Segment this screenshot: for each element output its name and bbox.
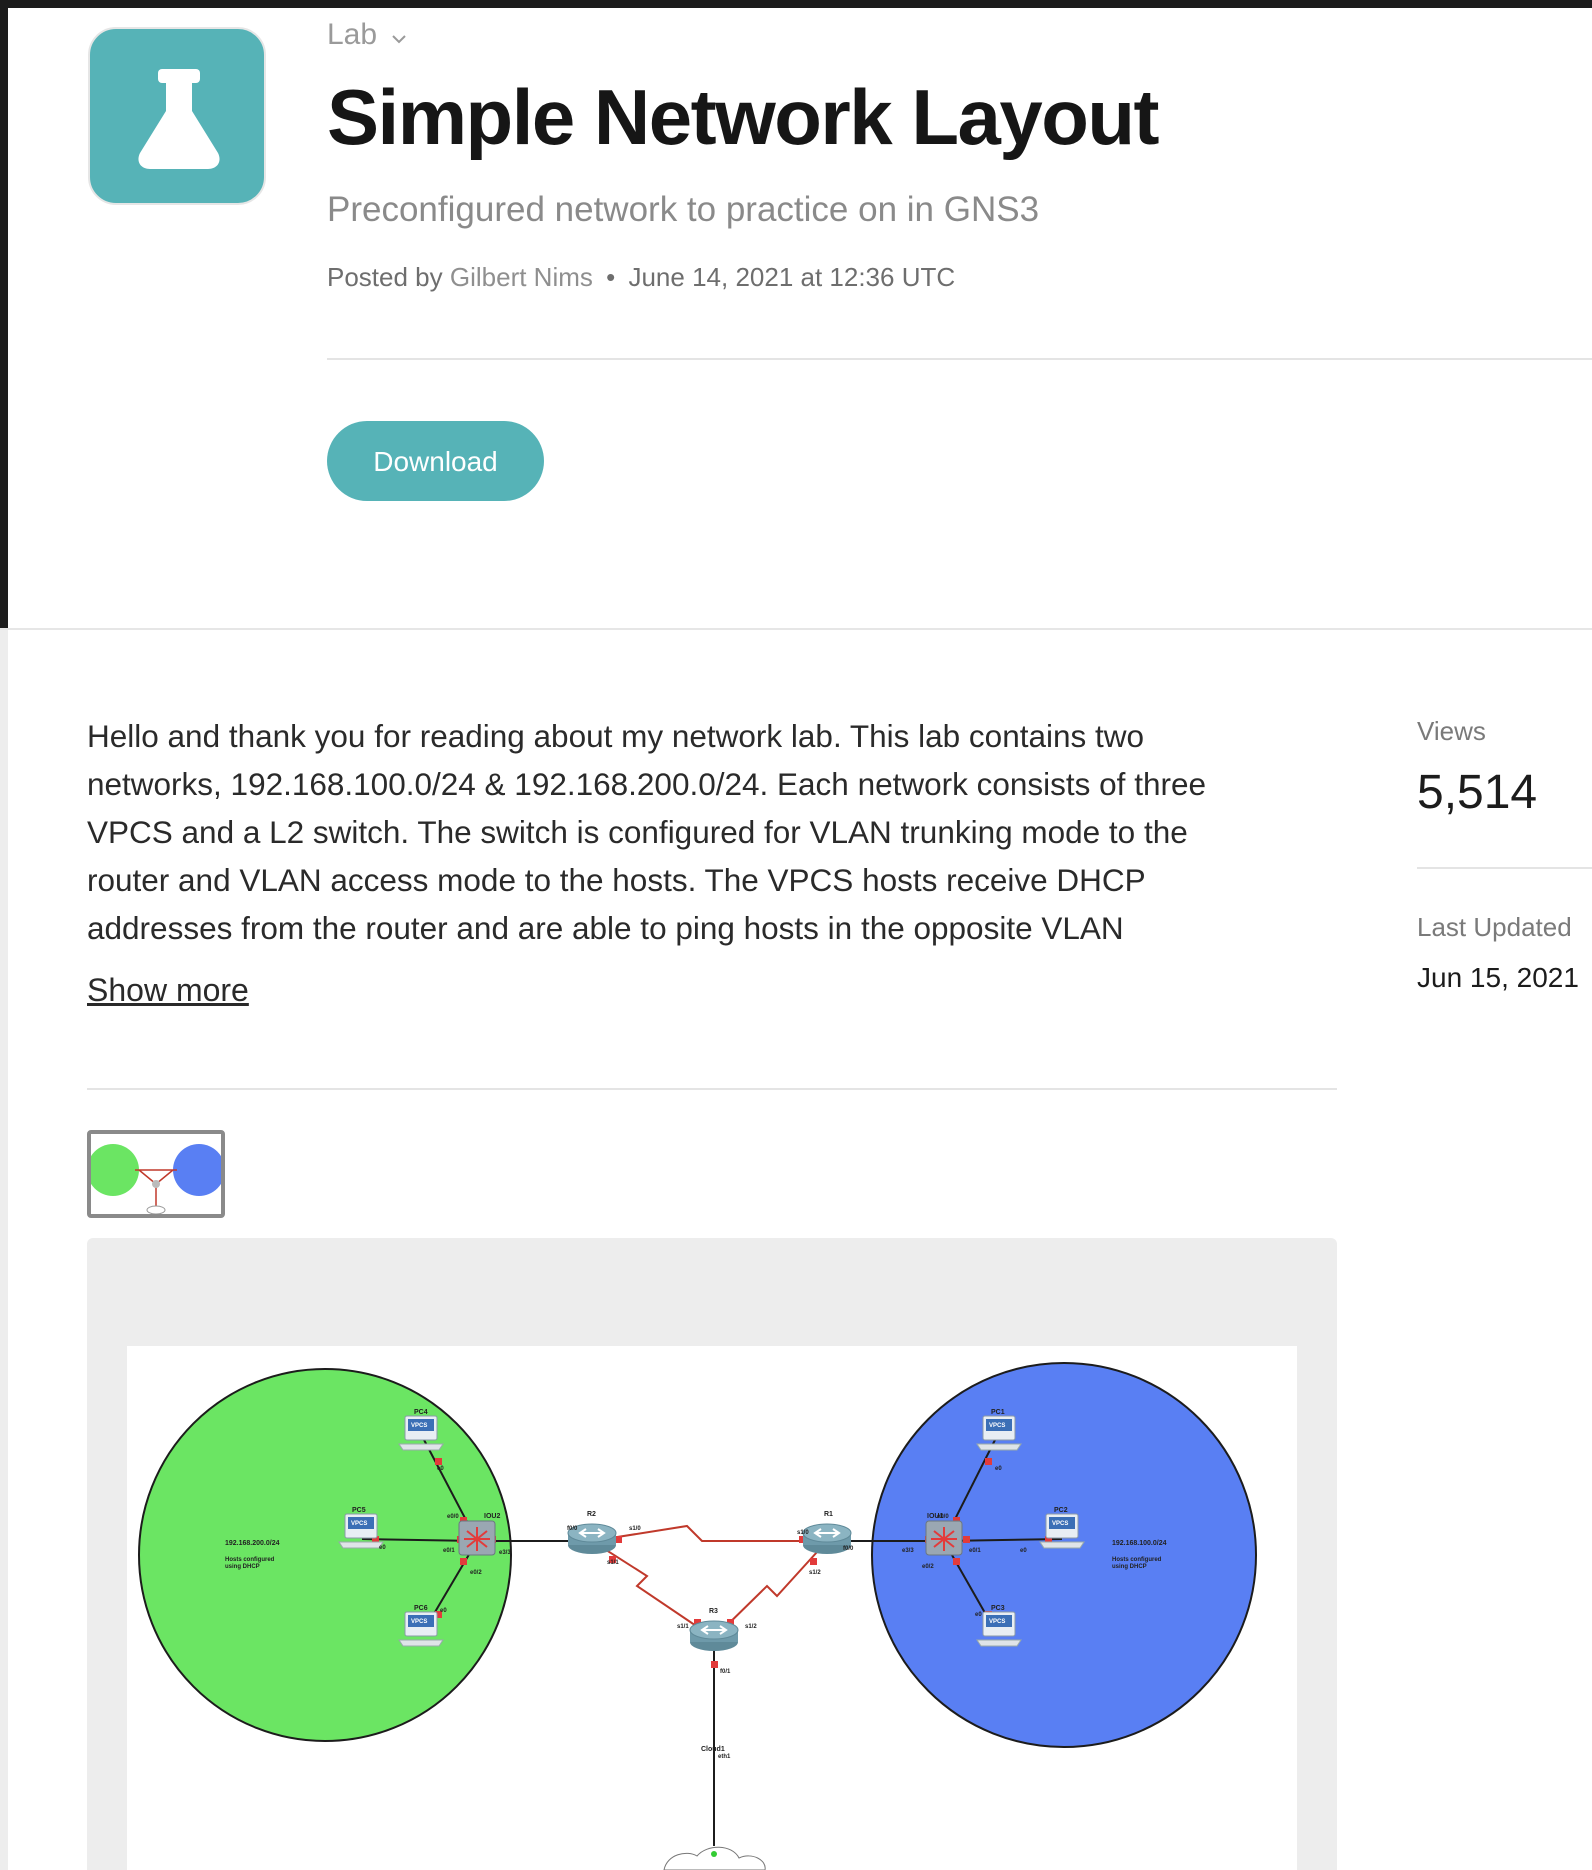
window-frame-left-lower [0,630,8,1870]
post-date: June 14, 2021 at 12:36 UTC [628,262,956,292]
svg-text:e0: e0 [440,1608,447,1614]
page-subtitle: Preconfigured network to practice on in … [327,190,1040,229]
svg-text:e0: e0 [995,1466,1002,1472]
svg-text:eth1: eth1 [718,1754,731,1760]
views-count: 5,514 [1417,766,1538,819]
window-frame-top [0,0,1592,8]
svg-text:e0: e0 [437,1466,444,1472]
pc5-label: PC5 [352,1507,366,1514]
svg-text:e0/2: e0/2 [470,1570,482,1576]
page-title: Simple Network Layout [327,73,1160,161]
lab-description: Hello and thank you for reading about my… [87,712,1347,952]
author-link[interactable]: Gilbert Nims [450,262,593,292]
r2-label: R2 [587,1511,596,1518]
pc4-label: PC4 [414,1409,428,1416]
svg-text:f0/0: f0/0 [843,1546,854,1552]
pc1-label: PC1 [991,1409,1005,1416]
left-note-line1: Hosts configured [225,1557,275,1563]
svg-text:e0: e0 [975,1612,982,1618]
cloud-label: Cloud1 [701,1746,725,1753]
vpcs-label: VPCS [351,1521,367,1527]
window-frame-left [0,0,8,630]
post-meta: Posted by Gilbert Nims • June 14, 2021 a… [327,262,955,293]
svg-text:e3/3: e3/3 [902,1548,914,1554]
svg-text:s1/1: s1/1 [677,1624,689,1630]
posted-by-label: Posted by [327,262,443,292]
svg-text:f0/0: f0/0 [567,1526,578,1532]
description-line: VPCS and a L2 switch. The switch is conf… [87,814,1188,850]
svg-text:s1/1: s1/1 [607,1560,619,1566]
description-line: router and VLAN access mode to the hosts… [87,862,1146,898]
pc2-label: PC2 [1054,1507,1068,1514]
views-label: Views [1417,716,1486,746]
lab-app-icon [88,27,266,205]
right-subnet-label: 192.168.100.0/24 [1112,1540,1167,1547]
thumbnail-image [91,1134,221,1214]
header-divider [327,358,1592,360]
pc3-label: PC3 [991,1605,1005,1612]
svg-text:e0/1: e0/1 [443,1548,455,1554]
svg-text:e3/3: e3/3 [499,1550,511,1556]
svg-text:e0/1: e0/1 [969,1548,981,1554]
diagram-viewer: PC4 PC5 PC6 PC1 PC2 PC3 IOU2 IOU1 R2 R1 … [87,1238,1337,1870]
svg-text:e0/2: e0/2 [922,1564,934,1570]
svg-text:e0/0: e0/0 [447,1514,459,1520]
content-type-dropdown[interactable]: Lab [327,18,407,53]
network-diagram: PC4 PC5 PC6 PC1 PC2 PC3 IOU2 IOU1 R2 R1 … [127,1346,1297,1870]
content-type-label: Lab [327,18,378,51]
download-button[interactable]: Download [327,421,544,501]
vpcs-label: VPCS [411,1423,427,1429]
iou2-label: IOU2 [484,1513,500,1520]
description-line: Hello and thank you for reading about my… [87,718,1145,754]
stats-divider [1417,867,1592,869]
description-line: networks, 192.168.100.0/24 & 192.168.200… [87,766,1206,802]
left-network-circle [138,1368,512,1742]
right-note-line1: Hosts configured [1112,1557,1162,1563]
svg-text:s1/2: s1/2 [809,1570,821,1576]
vpcs-label: VPCS [989,1423,1005,1429]
svg-text:e0: e0 [1020,1548,1027,1554]
svg-text:s1/0: s1/0 [797,1530,809,1536]
vpcs-label: VPCS [411,1619,427,1625]
last-updated-label: Last Updated [1417,912,1572,942]
svg-text:e0: e0 [379,1545,386,1551]
vpcs-label: VPCS [989,1619,1005,1625]
vpcs-label: VPCS [1052,1521,1068,1527]
right-note-line2: using DHCP [1112,1564,1147,1570]
pc6-label: PC6 [414,1605,428,1612]
section-divider [0,628,1592,630]
separator-dot: • [606,262,616,292]
left-note-line2: using DHCP [225,1564,260,1570]
flask-icon [138,69,220,169]
description-line: addresses from the router and are able t… [87,910,1124,946]
last-updated-date: Jun 15, 2021 [1417,962,1579,993]
show-more-link[interactable]: Show more [87,972,249,1009]
diagram-thumbnail[interactable] [87,1130,225,1218]
left-subnet-label: 192.168.200.0/24 [225,1540,280,1547]
svg-text:f0/1: f0/1 [720,1669,731,1675]
chevron-down-icon [391,19,407,53]
description-divider [87,1088,1337,1090]
r1-label: R1 [824,1511,833,1518]
svg-text:s1/2: s1/2 [745,1624,757,1630]
svg-text:s1/0: s1/0 [629,1526,641,1532]
svg-text:e0/0: e0/0 [937,1514,949,1520]
r3-label: R3 [709,1608,718,1615]
